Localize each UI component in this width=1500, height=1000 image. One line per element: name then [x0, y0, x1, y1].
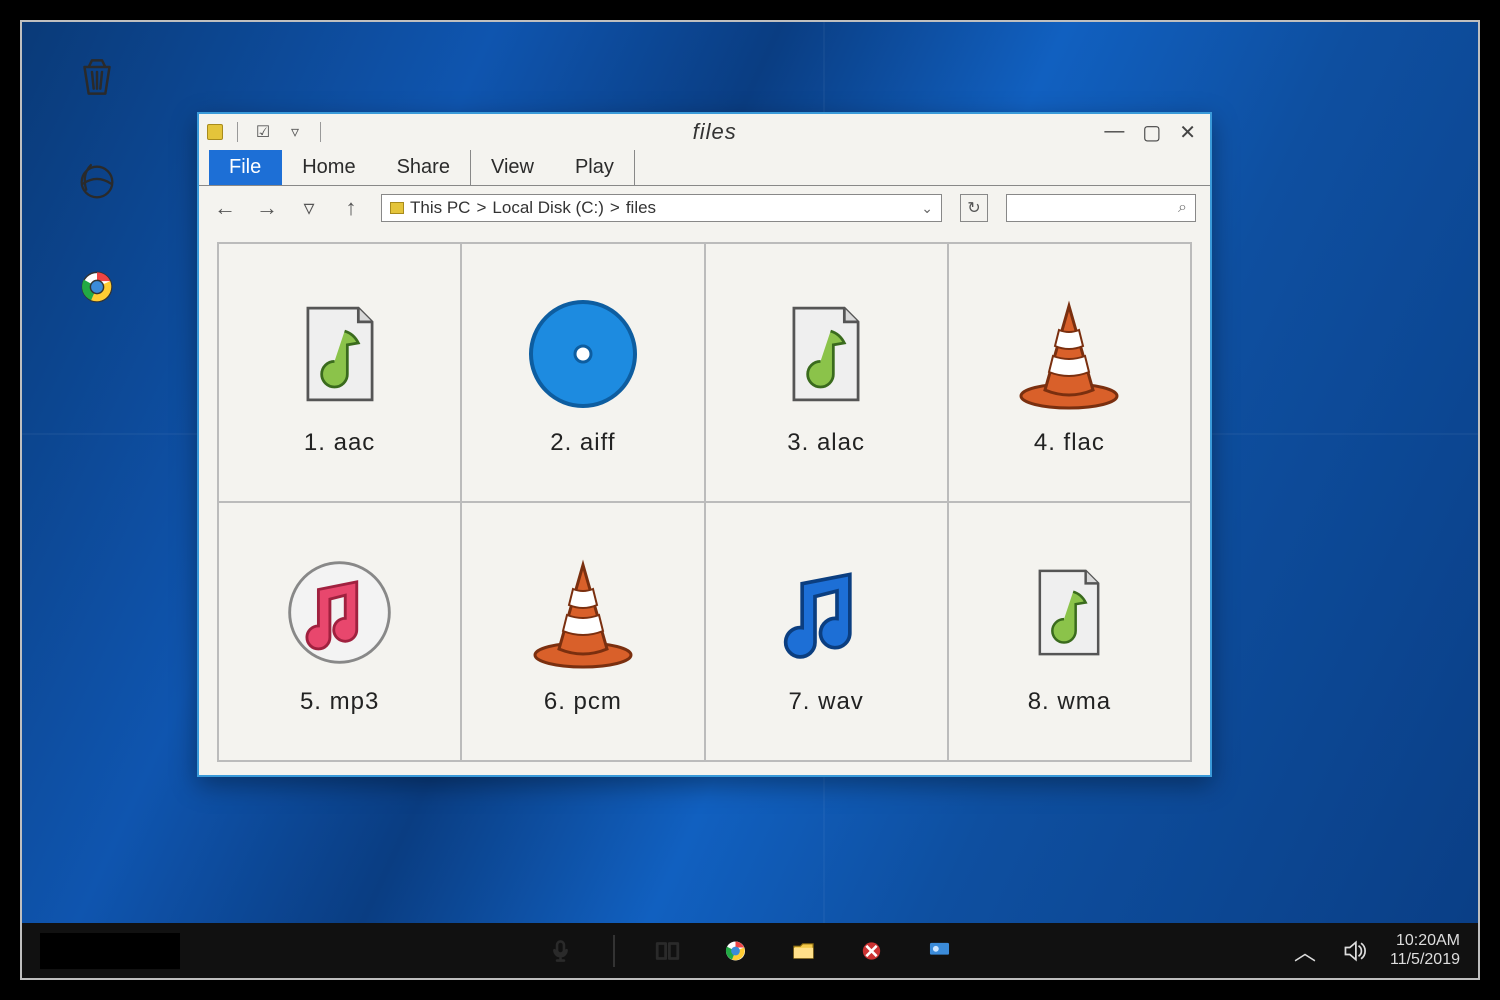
explorer-window: ☑ ▿ files — ▢ ✕ File Home Share View Pla… [197, 112, 1212, 777]
breadcrumb-segment[interactable]: files [626, 198, 656, 218]
itunes-icon [275, 548, 405, 678]
forward-button[interactable]: → [255, 195, 279, 221]
music-file-icon [761, 289, 891, 419]
chrome-icon[interactable] [67, 257, 127, 317]
folder-icon [207, 124, 223, 140]
titlebar[interactable]: ☑ ▿ files — ▢ ✕ [199, 114, 1210, 150]
close-button[interactable]: ✕ [1179, 120, 1196, 145]
file-item[interactable]: 4. flac [948, 243, 1191, 502]
separator [614, 935, 615, 967]
taskbar: ︿ 10:20AM 11/5/2019 [22, 923, 1478, 978]
tab-play[interactable]: Play [555, 150, 635, 185]
dropdown-icon[interactable]: ▿ [284, 121, 306, 143]
mic-icon[interactable] [546, 936, 576, 966]
chevron-up-icon[interactable]: ︿ [1290, 936, 1320, 966]
refresh-button[interactable]: ↻ [960, 194, 988, 222]
folder-icon [390, 202, 404, 214]
file-item[interactable]: 7. wav [705, 502, 948, 761]
ribbon-tabs: File Home Share View Play [199, 150, 1210, 186]
file-item[interactable]: 2. aiff [461, 243, 704, 502]
window-title: files [325, 119, 1104, 145]
file-name: 8. wma [1028, 688, 1111, 716]
minimize-button[interactable]: — [1104, 120, 1124, 145]
internet-explorer-icon[interactable] [67, 152, 127, 212]
vlc-cone-icon [518, 548, 648, 678]
up-button[interactable]: ↑ [339, 195, 363, 221]
file-name: 1. aac [304, 429, 375, 457]
file-name: 5. mp3 [300, 688, 379, 716]
tab-share[interactable]: Share [377, 150, 471, 185]
separator [320, 122, 321, 142]
clock-time: 10:20AM [1390, 932, 1460, 950]
file-item[interactable]: 1. aac [218, 243, 461, 502]
breadcrumb-segment[interactable]: Local Disk (C:) [492, 198, 603, 218]
search-input[interactable]: ⌕ [1006, 194, 1196, 222]
tab-home[interactable]: Home [282, 150, 376, 185]
cortana-icon[interactable] [925, 936, 955, 966]
address-bar[interactable]: This PC > Local Disk (C:) > files ⌄ [381, 194, 942, 222]
snip-icon[interactable] [857, 936, 887, 966]
file-name: 3. alac [787, 429, 865, 457]
chrome-icon[interactable] [721, 936, 751, 966]
separator [237, 122, 238, 142]
quick-access-toolbar: ☑ ▿ [207, 121, 325, 143]
desktop-icons [67, 47, 127, 317]
breadcrumb-segment[interactable]: This PC [410, 198, 470, 218]
task-view-icon[interactable] [653, 936, 683, 966]
clock-date: 11/5/2019 [1390, 951, 1460, 969]
breadcrumb-separator: > [476, 198, 486, 218]
file-name: 7. wav [788, 688, 863, 716]
taskbar-pinned [546, 935, 955, 967]
file-name: 6. pcm [544, 688, 622, 716]
vlc-cone-icon [1004, 289, 1134, 419]
taskbar-clock[interactable]: 10:20AM 11/5/2019 [1390, 932, 1460, 969]
nav-toolbar: ← → ▿ ↑ This PC > Local Disk (C:) > file… [199, 186, 1210, 230]
tab-file[interactable]: File [209, 150, 282, 185]
music-file-icon [275, 289, 405, 419]
properties-icon[interactable]: ☑ [252, 121, 274, 143]
back-button[interactable]: ← [213, 195, 237, 221]
recent-locations-button[interactable]: ▿ [297, 195, 321, 221]
start-region[interactable] [40, 933, 180, 969]
desktop: ☑ ▿ files — ▢ ✕ File Home Share View Pla… [20, 20, 1480, 980]
file-explorer-icon[interactable] [789, 936, 819, 966]
music-file-icon [1004, 548, 1134, 678]
maximize-button[interactable]: ▢ [1142, 120, 1161, 145]
file-item[interactable]: 3. alac [705, 243, 948, 502]
disc-icon [518, 289, 648, 419]
music-note-icon [761, 548, 891, 678]
file-item[interactable]: 5. mp3 [218, 502, 461, 761]
file-name: 4. flac [1034, 429, 1105, 457]
file-name: 2. aiff [550, 429, 615, 457]
file-item[interactable]: 6. pcm [461, 502, 704, 761]
recycle-bin-icon[interactable] [67, 47, 127, 107]
file-item[interactable]: 8. wma [948, 502, 1191, 761]
chevron-down-icon[interactable]: ⌄ [921, 200, 933, 217]
system-tray: ︿ 10:20AM 11/5/2019 [1290, 932, 1460, 969]
volume-icon[interactable] [1340, 936, 1370, 966]
tab-view[interactable]: View [471, 150, 555, 185]
breadcrumb-separator: > [610, 198, 620, 218]
file-grid: 1. aac 2. aiff [217, 242, 1192, 762]
window-controls: — ▢ ✕ [1104, 120, 1202, 145]
